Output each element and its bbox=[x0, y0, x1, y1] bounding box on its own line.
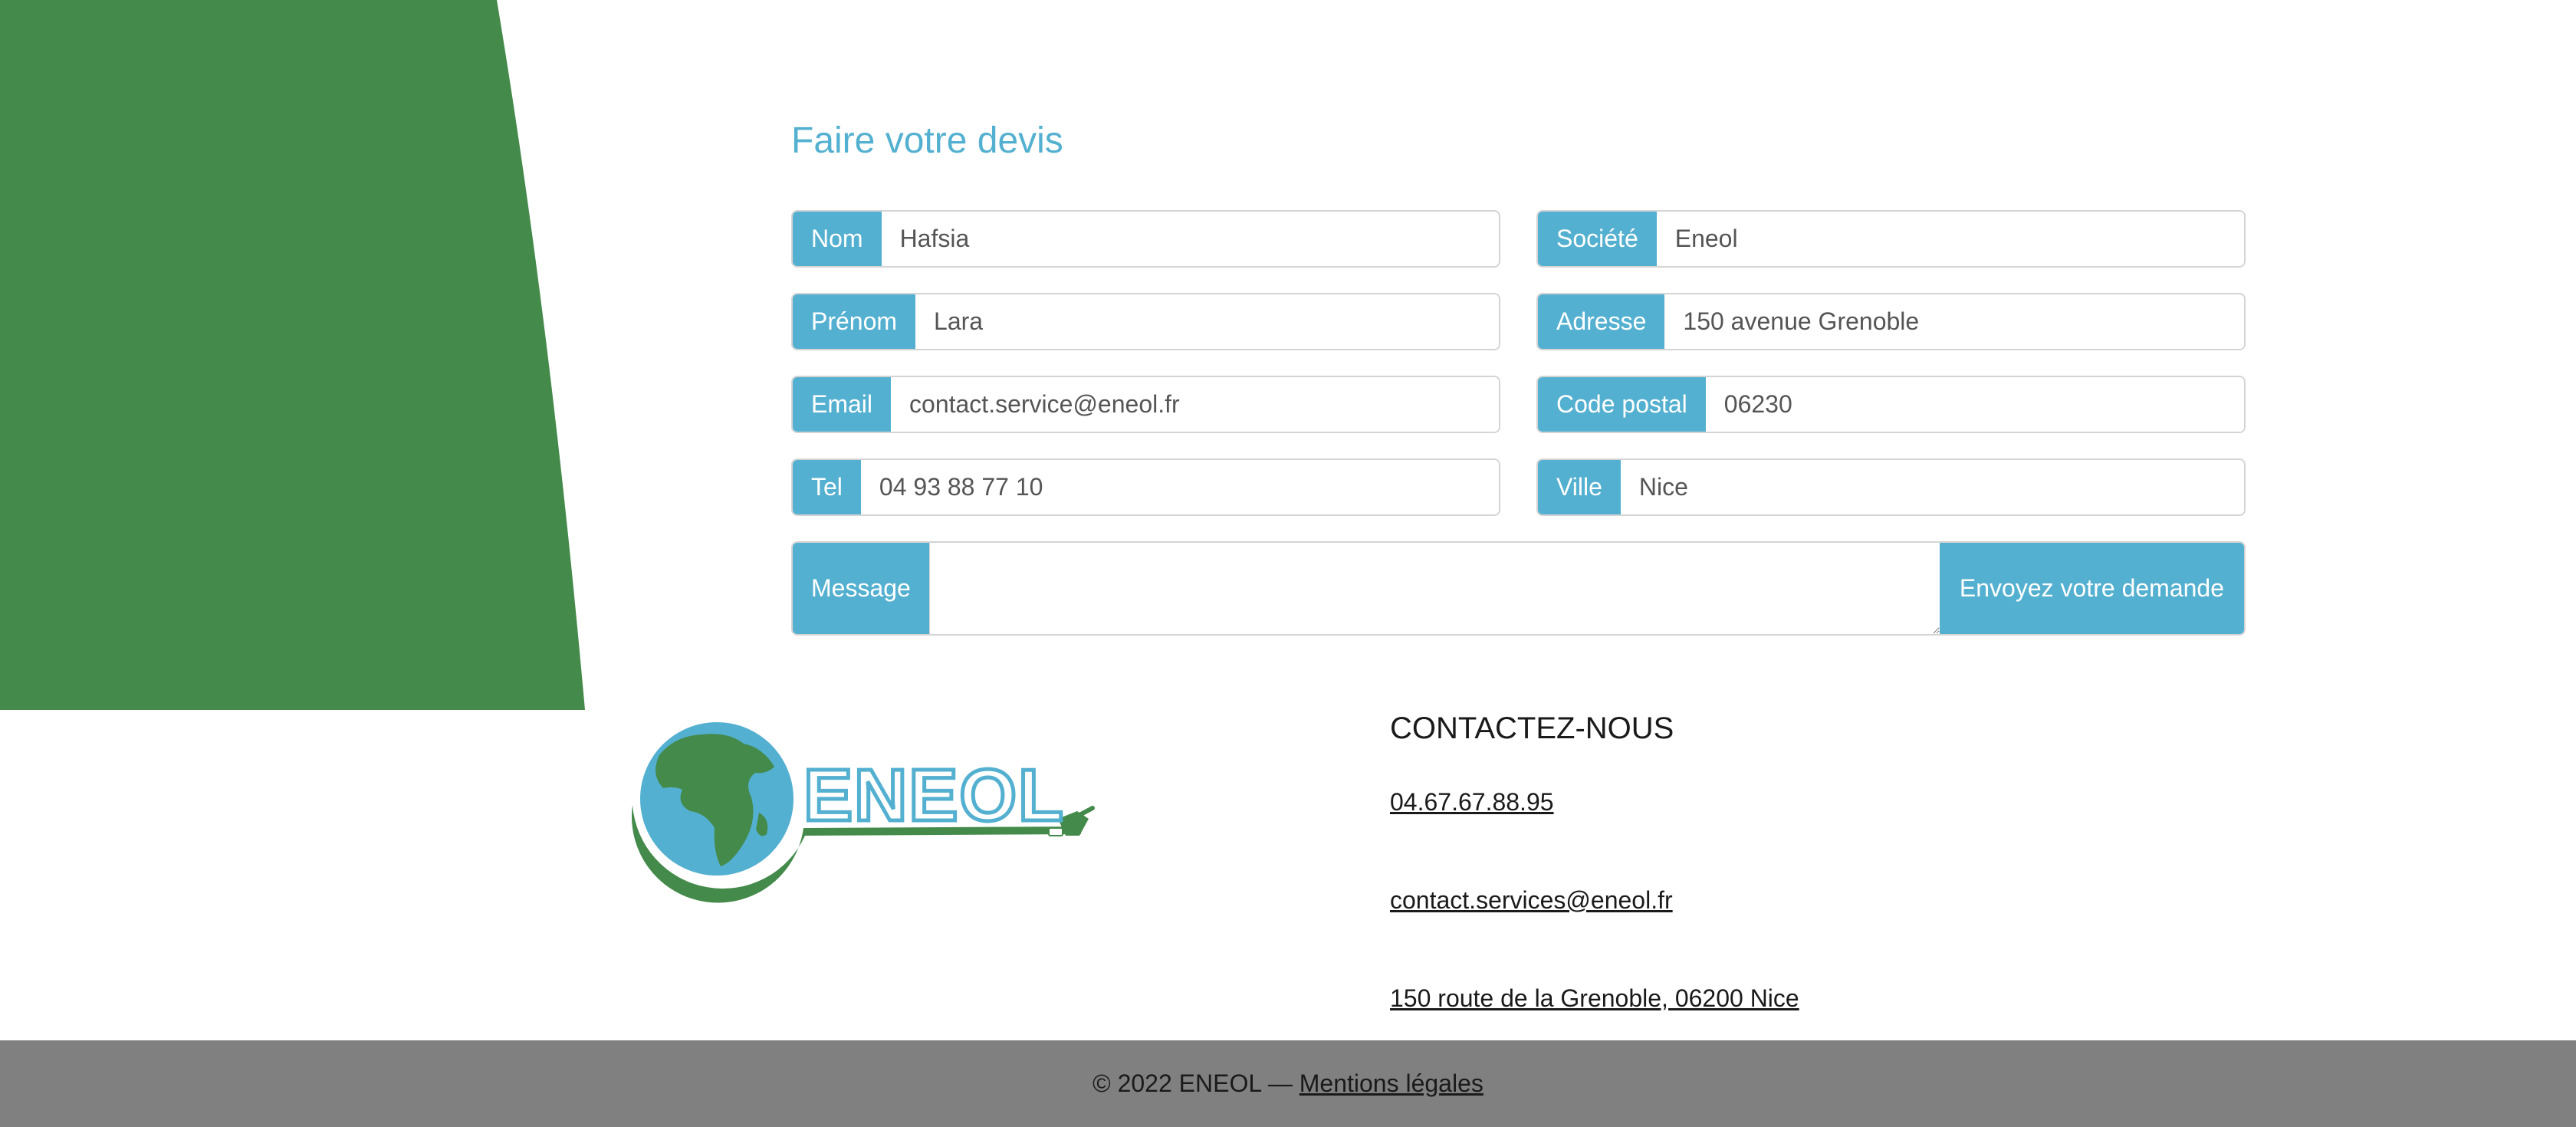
adresse-group: Adresse bbox=[1536, 293, 2246, 350]
tel-group: Tel bbox=[791, 458, 1500, 516]
contact-email-link[interactable]: contact.services@eneol.fr bbox=[1390, 883, 1673, 917]
prenom-label: Prénom bbox=[793, 294, 916, 349]
code-postal-input[interactable] bbox=[1705, 377, 2244, 432]
eneol-logo: ENEOL bbox=[631, 718, 1095, 903]
nom-group: Nom bbox=[791, 210, 1500, 268]
message-group: Message Envoyez votre demande bbox=[791, 541, 2246, 636]
message-textarea[interactable] bbox=[928, 543, 1940, 634]
email-group: Email bbox=[791, 376, 1500, 433]
societe-group: Société bbox=[1536, 210, 2246, 268]
tel-input[interactable] bbox=[860, 460, 1499, 514]
logo-text: ENEOL bbox=[803, 754, 1065, 836]
form-title: Faire votre devis bbox=[791, 120, 1063, 161]
tel-label: Tel bbox=[793, 460, 861, 514]
green-background-shape bbox=[0, 0, 585, 710]
contact-phone-link[interactable]: 04.67.67.88.95 bbox=[1390, 785, 1554, 819]
legal-mentions-link[interactable]: Mentions légales bbox=[1300, 1070, 1484, 1098]
email-label: Email bbox=[793, 377, 892, 432]
contact-address-link[interactable]: 150 route de la Grenoble, 06200 Nice bbox=[1390, 981, 1799, 1015]
societe-label: Société bbox=[1538, 212, 1657, 266]
message-label: Message bbox=[793, 543, 929, 634]
submit-button[interactable]: Envoyez votre demande bbox=[1939, 543, 2244, 634]
contact-title: CONTACTEZ-NOUS bbox=[1390, 711, 1674, 745]
code-postal-label: Code postal bbox=[1538, 377, 1706, 432]
nom-label: Nom bbox=[793, 212, 882, 266]
adresse-input[interactable] bbox=[1664, 294, 2244, 349]
prenom-input[interactable] bbox=[915, 294, 1499, 349]
footer: © 2022 ENEOL — Mentions légales bbox=[0, 1040, 2576, 1127]
prenom-group: Prénom bbox=[791, 293, 1500, 350]
ville-label: Ville bbox=[1538, 460, 1621, 514]
ville-group: Ville bbox=[1536, 458, 2246, 516]
email-input[interactable] bbox=[891, 377, 1499, 432]
footer-copyright: © 2022 ENEOL — bbox=[1092, 1070, 1300, 1097]
societe-input[interactable] bbox=[1656, 212, 2244, 266]
code-postal-group: Code postal bbox=[1536, 376, 2246, 433]
adresse-label: Adresse bbox=[1538, 294, 1665, 349]
nom-input[interactable] bbox=[881, 212, 1499, 266]
ville-input[interactable] bbox=[1620, 460, 2244, 514]
